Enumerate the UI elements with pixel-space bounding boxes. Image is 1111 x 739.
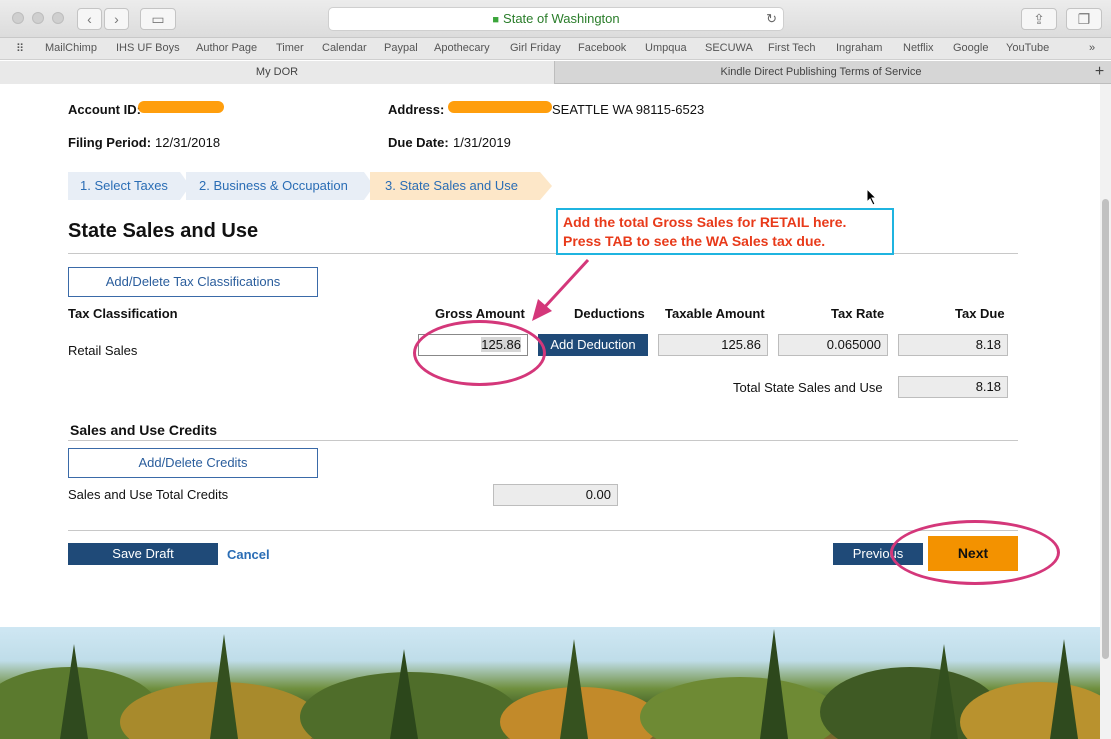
back-button[interactable]: ‹: [77, 8, 102, 30]
bookmark-timer[interactable]: Timer: [276, 42, 304, 54]
header-deductions: Deductions: [574, 306, 645, 321]
landscape-banner-image: [0, 627, 1100, 739]
close-window-button[interactable]: [12, 12, 24, 24]
redaction-mark: [448, 101, 552, 113]
total-state-sales-use-label: Total State Sales and Use: [733, 380, 883, 395]
minimize-window-button[interactable]: [32, 12, 44, 24]
bookmark-secuwa[interactable]: SECUWA: [705, 42, 753, 54]
tax-rate-field: 0.065000: [778, 334, 888, 356]
credits-divider: [68, 440, 1018, 441]
save-draft-button[interactable]: Save Draft: [68, 543, 218, 565]
tax-due-field: 8.18: [898, 334, 1008, 356]
taxable-amount-field: 125.86: [658, 334, 768, 356]
header-gross-amount: Gross Amount: [435, 306, 525, 321]
scrollbar[interactable]: [1100, 84, 1111, 739]
actions-divider: [68, 530, 1018, 531]
chevron-right-icon: ›: [114, 11, 119, 27]
credits-total-label: Sales and Use Total Credits: [68, 487, 229, 502]
step-select-taxes[interactable]: 1. Select Taxes: [68, 172, 180, 200]
tabs-icon: ❐: [1077, 11, 1091, 27]
new-tab-icon[interactable]: +: [1088, 61, 1111, 84]
bookmark-umpqua[interactable]: Umpqua: [645, 42, 687, 54]
apps-grid-icon[interactable]: ⠿: [16, 42, 24, 55]
bookmark-ihs-uf-boys[interactable]: IHS UF Boys: [116, 42, 180, 54]
bookmark-facebook[interactable]: Facebook: [578, 42, 626, 54]
bookmark-ingraham[interactable]: Ingraham: [836, 42, 882, 54]
more-bookmarks-icon[interactable]: »: [1089, 42, 1095, 54]
credits-total-field: 0.00: [493, 484, 618, 506]
instruction-callout: Add the total Gross Sales for RETAIL her…: [556, 208, 894, 255]
bookmark-google[interactable]: Google: [953, 42, 988, 54]
reload-icon[interactable]: ↻: [766, 8, 777, 30]
bookmark-netflix[interactable]: Netflix: [903, 42, 934, 54]
header-tax-due: Tax Due: [955, 306, 1005, 321]
add-delete-credits-button[interactable]: Add/Delete Credits: [68, 448, 318, 478]
row-retail-sales-label: Retail Sales: [68, 343, 138, 358]
filing-period-value: 12/31/2018: [155, 135, 221, 150]
due-date-value: 1/31/2019: [453, 135, 511, 150]
share-icon: ⇪: [1033, 11, 1045, 27]
redaction-mark: [138, 101, 224, 113]
bookmark-author-page[interactable]: Author Page: [196, 42, 257, 54]
due-date-label: Due Date:: [388, 135, 449, 150]
share-button[interactable]: ⇪: [1021, 8, 1057, 30]
step-arrow: [540, 172, 552, 200]
add-deduction-button[interactable]: Add Deduction: [538, 334, 648, 356]
browser-toolbar: ‹ › ▭ ■ State of Washington ↻ ⇪ ❐: [0, 0, 1111, 38]
zoom-window-button[interactable]: [52, 12, 64, 24]
address-label: Address:: [388, 102, 445, 117]
lock-icon: ■: [492, 14, 500, 26]
bookmark-calendar[interactable]: Calendar: [322, 42, 367, 54]
tabs-overview-button[interactable]: ❐: [1066, 8, 1102, 30]
section-title: State Sales and Use: [68, 220, 259, 242]
header-taxable-amount: Taxable Amount: [665, 306, 765, 321]
total-state-sales-use-field: 8.18: [898, 376, 1008, 398]
bookmark-first-tech[interactable]: First Tech: [768, 42, 815, 54]
address-text: State of Washington: [503, 11, 620, 26]
highlight-ellipse: [890, 520, 1060, 585]
bookmark-paypal[interactable]: Paypal: [384, 42, 418, 54]
bookmark-youtube[interactable]: YouTube: [1006, 42, 1049, 54]
address-bar[interactable]: ■ State of Washington ↻: [328, 7, 784, 31]
highlight-ellipse: [413, 320, 546, 386]
mouse-cursor-icon: [866, 188, 878, 206]
sidebar-icon: ▭: [151, 11, 165, 27]
bookmark-girl-friday[interactable]: Girl Friday: [510, 42, 561, 54]
account-id-label: Account ID:: [68, 102, 141, 117]
step-state-sales-use[interactable]: 3. State Sales and Use: [370, 172, 540, 200]
bookmarks-bar: ⠿ MailChimp IHS UF Boys Author Page Time…: [0, 38, 1111, 60]
filing-period-label: Filing Period:: [68, 135, 152, 150]
sidebar-button[interactable]: ▭: [140, 8, 176, 30]
chevron-left-icon: ‹: [87, 11, 92, 27]
tab-my-dor[interactable]: My DOR: [0, 61, 555, 84]
tab-bar: My DOR Kindle Direct Publishing Terms of…: [0, 61, 1111, 84]
bookmark-apothecary[interactable]: Apothecary: [434, 42, 490, 54]
scrollbar-thumb[interactable]: [1102, 199, 1109, 659]
header-tax-classification: Tax Classification: [68, 306, 178, 321]
bookmark-mailchimp[interactable]: MailChimp: [45, 42, 97, 54]
step-business-occupation[interactable]: 2. Business & Occupation: [186, 172, 364, 200]
add-delete-tax-classifications-button[interactable]: Add/Delete Tax Classifications: [68, 267, 318, 297]
cancel-link[interactable]: Cancel: [227, 547, 270, 562]
address-value: SEATTLE WA 98115-6523: [552, 102, 705, 117]
credits-title: Sales and Use Credits: [70, 422, 218, 438]
header-tax-rate: Tax Rate: [831, 306, 885, 321]
tab-kindle-terms[interactable]: Kindle Direct Publishing Terms of Servic…: [556, 61, 1086, 84]
forward-button[interactable]: ›: [104, 8, 129, 30]
